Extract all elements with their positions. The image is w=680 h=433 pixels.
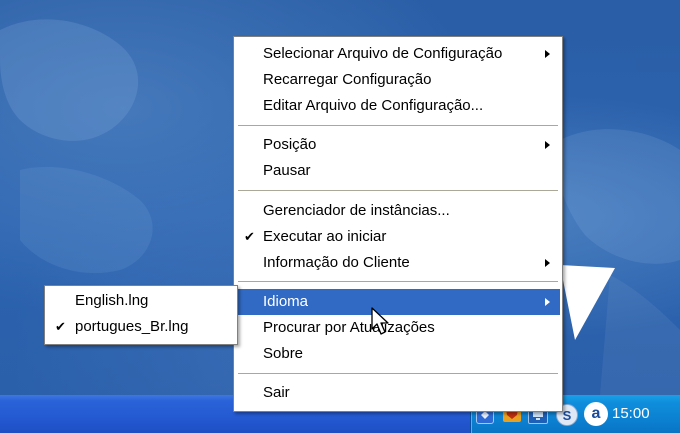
checkmark-icon: ✔ [244, 229, 255, 244]
a-app-icon[interactable]: a [584, 402, 608, 426]
menu-item-reload-config[interactable]: Recarregar Configuração [236, 67, 560, 93]
submenu-item-portugues-br[interactable]: ✔ portugues_Br.lng [47, 314, 235, 340]
submenu-arrow-icon [545, 298, 550, 306]
tray-context-menu: Selecionar Arquivo de Configuração Recar… [233, 36, 563, 412]
menu-item-instance-manager[interactable]: Gerenciador de instâncias... [236, 198, 560, 224]
menu-item-run-at-startup[interactable]: ✔ Executar ao iniciar [236, 224, 560, 250]
language-submenu: English.lng ✔ portugues_Br.lng [44, 285, 238, 345]
menu-item-position[interactable]: Posição [236, 132, 560, 158]
logo-chevron-icon [560, 265, 615, 340]
menu-item-pause[interactable]: Pausar [236, 158, 560, 184]
menu-item-exit[interactable]: Sair [236, 380, 560, 406]
menu-separator [238, 125, 558, 127]
submenu-item-english[interactable]: English.lng [47, 288, 235, 314]
menu-item-select-config-file[interactable]: Selecionar Arquivo de Configuração [236, 41, 560, 67]
mouse-pointer-icon [371, 307, 389, 335]
menu-item-about[interactable]: Sobre [236, 341, 560, 367]
menu-separator [238, 373, 558, 375]
menu-item-client-info[interactable]: Informação do Cliente [236, 250, 560, 276]
menu-separator [238, 190, 558, 192]
submenu-arrow-icon [545, 50, 550, 58]
checkmark-icon: ✔ [55, 319, 66, 334]
menu-item-language[interactable]: Idioma [236, 289, 560, 315]
submenu-arrow-icon [545, 259, 550, 267]
taskbar-clock: 15:00 [612, 405, 650, 422]
menu-separator [238, 281, 558, 283]
submenu-arrow-icon [545, 141, 550, 149]
menu-item-edit-config-file[interactable]: Editar Arquivo de Configuração... [236, 93, 560, 119]
menu-item-check-updates[interactable]: Procurar por Atualizações [236, 315, 560, 341]
